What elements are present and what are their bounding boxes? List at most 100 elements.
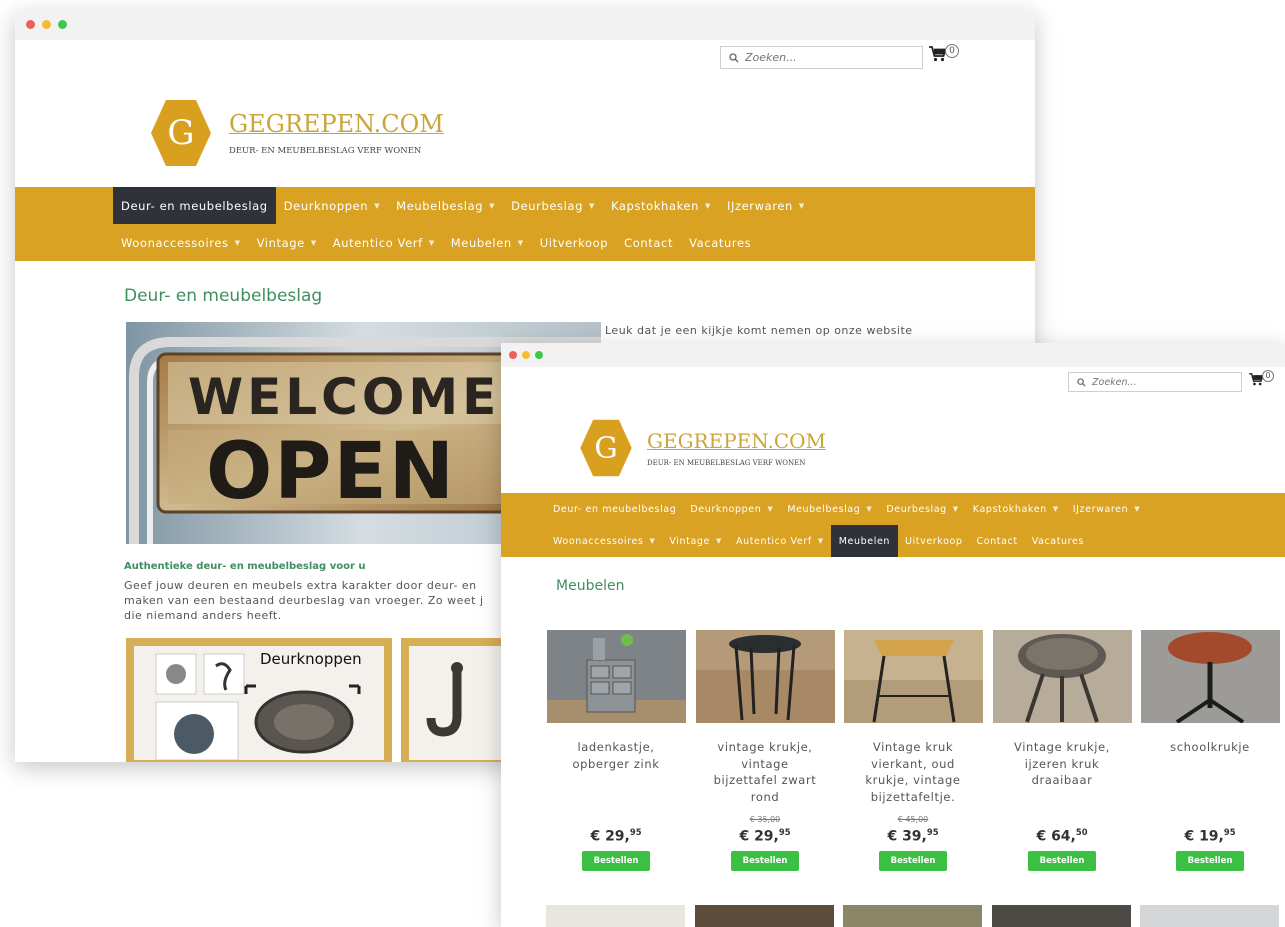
- product-name[interactable]: Vintage krukje, ijzeren kruk draaibaar: [992, 739, 1132, 815]
- chevron-down-icon: ▼: [705, 201, 711, 210]
- product-card[interactable]: schoolkrukje € 19,95 Bestellen: [1140, 630, 1280, 871]
- cart-count-badge: 0: [945, 44, 959, 58]
- product-image[interactable]: [1140, 905, 1279, 927]
- category-tile-kapstokhaken[interactable]: [401, 638, 511, 762]
- nav-item-autentico-verf[interactable]: Autentico Verf ▼: [325, 236, 443, 250]
- nav-item-deur-en-meubelbeslag[interactable]: Deur- en meubelbeslag: [113, 187, 276, 224]
- chevron-down-icon: ▼: [798, 201, 805, 210]
- browser-window-front: 0 G GEGREPEN.COM DEUR- EN MEUBELBESLAG V…: [501, 343, 1285, 927]
- nav-item-contact[interactable]: Contact: [616, 236, 681, 250]
- product-name[interactable]: vintage krukje, vintage bijzettafel zwart r…: [695, 739, 835, 815]
- chevron-down-icon: ▼: [1134, 505, 1141, 513]
- paragraph-line: maken van een bestaand deurbeslag van vr…: [124, 594, 484, 607]
- paragraph: Geef jouw deuren en meubels extra karakt…: [124, 578, 484, 623]
- nav-item-kapstokhaken[interactable]: Kapstokhaken ▼: [603, 199, 719, 213]
- nav-item-deurknoppen[interactable]: Deurknoppen ▼: [276, 199, 388, 213]
- product-image[interactable]: [695, 905, 834, 927]
- nav-item-vacatures[interactable]: Vacatures: [1025, 536, 1091, 547]
- order-button[interactable]: Bestellen: [581, 850, 651, 871]
- product-name[interactable]: ladenkastje, opberger zink: [546, 739, 686, 815]
- category-tile-label: Deurknoppen: [260, 650, 362, 668]
- order-button[interactable]: Bestellen: [878, 850, 948, 871]
- search-field[interactable]: [1092, 376, 1230, 388]
- product-price: € 29,95: [590, 827, 642, 845]
- nav-item-deur-en-meubelbeslag[interactable]: Deur- en meubelbeslag: [546, 504, 683, 515]
- cart-count-badge: 0: [1262, 370, 1274, 382]
- window-titlebar: [15, 10, 1035, 40]
- chevron-down-icon: ▼: [588, 201, 595, 210]
- logo-title: GEGREPEN.COM: [647, 429, 827, 453]
- product-old-price: € 45,00: [897, 815, 929, 824]
- nav-item-ijzerwaren[interactable]: IJzerwaren ▼: [1066, 504, 1147, 515]
- order-button[interactable]: Bestellen: [1027, 850, 1097, 871]
- nav-item-ijzerwaren[interactable]: IJzerwaren ▼: [719, 199, 813, 213]
- logo-hexagon-icon: G: [580, 419, 632, 477]
- product-image[interactable]: [546, 905, 685, 927]
- product-image[interactable]: [992, 905, 1131, 927]
- nav-item-meubelen[interactable]: Meubelen ▼: [443, 236, 532, 250]
- product-old-price: [1140, 815, 1280, 827]
- chevron-down-icon: ▼: [310, 238, 317, 247]
- product-card[interactable]: vintage krukje, vintage bijzettafel zwart r…: [695, 630, 835, 871]
- nav-item-vintage[interactable]: Vintage ▼: [662, 536, 729, 547]
- nav-item-deurknoppen[interactable]: Deurknoppen ▼: [683, 504, 780, 515]
- product-name[interactable]: Vintage kruk vierkant, oud krukje, vintage…: [843, 739, 983, 815]
- product-image-vintage-krukje: [695, 630, 835, 723]
- nav-item-meubelen[interactable]: Meubelen: [830, 525, 899, 557]
- order-button[interactable]: Bestellen: [730, 850, 800, 871]
- product-image-vintage-kruk-vierkant: [843, 630, 983, 723]
- page-title: Deur- en meubelbeslag: [124, 286, 323, 306]
- page-title: Meubelen: [556, 578, 625, 594]
- nav-item-meubelbeslag[interactable]: Meubelbeslag ▼: [780, 504, 879, 515]
- site-logo[interactable]: G GEGREPEN.COM DEUR- EN MEUBELBESLAG VER…: [579, 418, 826, 478]
- nav-row-2: Woonaccessoires ▼ Vintage ▼ Autentico Verf…: [546, 525, 1091, 557]
- site-logo[interactable]: G GEGREPEN.COM DEUR- EN MEUBELBESLAG VER…: [150, 98, 444, 168]
- search-input[interactable]: [1068, 372, 1242, 392]
- nav-item-vintage[interactable]: Vintage ▼: [249, 236, 325, 250]
- nav-item-woonaccessoires[interactable]: Woonaccessoires ▼: [113, 236, 249, 250]
- cart-button[interactable]: 0: [929, 44, 959, 62]
- product-image-ladenkastje: [546, 630, 686, 723]
- nav-item-deurbeslag[interactable]: Deurbeslag ▼: [503, 199, 603, 213]
- nav-item-kapstokhaken[interactable]: Kapstokhaken ▼: [966, 504, 1066, 515]
- product-card[interactable]: Vintage krukje, ijzeren kruk draaibaar € 6…: [992, 630, 1132, 871]
- nav-item-uitverkoop[interactable]: Uitverkoop: [898, 536, 970, 547]
- nav-item-meubelbeslag[interactable]: Meubelbeslag ▼: [388, 199, 503, 213]
- product-name[interactable]: schoolkrukje: [1140, 739, 1280, 815]
- nav-item-uitverkoop[interactable]: Uitverkoop: [532, 236, 616, 250]
- paragraph-line: Geef jouw deuren en meubels extra karakt…: [124, 579, 477, 592]
- minimize-window-button[interactable]: [42, 20, 51, 29]
- chevron-down-icon: ▼: [489, 201, 496, 210]
- nav-row-1: Deur- en meubelbeslag Deurknoppen ▼ Meube…: [546, 493, 1147, 525]
- svg-text:G: G: [594, 430, 617, 464]
- product-card[interactable]: Vintage kruk vierkant, oud krukje, vintage…: [843, 630, 983, 871]
- order-button[interactable]: Bestellen: [1175, 850, 1245, 871]
- nav-item-autentico-verf[interactable]: Autentico Verf ▼: [729, 536, 831, 547]
- nav-item-vacatures[interactable]: Vacatures: [681, 236, 759, 250]
- minimize-window-button[interactable]: [522, 351, 530, 359]
- nav-row-1: Deur- en meubelbeslag Deurknoppen ▼ Meube…: [113, 187, 813, 224]
- maximize-window-button[interactable]: [535, 351, 543, 359]
- chevron-down-icon: ▼: [817, 537, 824, 545]
- maximize-window-button[interactable]: [58, 20, 67, 29]
- close-window-button[interactable]: [26, 20, 35, 29]
- logo-tagline: DEUR- EN MEUBELBESLAG VERF WONEN: [647, 459, 806, 467]
- close-window-button[interactable]: [509, 351, 517, 359]
- search-input[interactable]: [720, 46, 923, 69]
- nav-item-deurbeslag[interactable]: Deurbeslag ▼: [879, 504, 965, 515]
- category-tile-deurknoppen[interactable]: Deurknoppen: [126, 638, 392, 762]
- coat-hook-icon: [426, 662, 463, 737]
- product-price: € 39,95: [887, 827, 939, 845]
- search-field[interactable]: [745, 51, 906, 64]
- logo-tagline: DEUR- EN MEUBELBESLAG VERF WONEN: [229, 146, 422, 156]
- chevron-down-icon: ▼: [234, 238, 241, 247]
- svg-text:G: G: [167, 113, 194, 153]
- product-card[interactable]: ladenkastje, opberger zink € 29,95 Bestel…: [546, 630, 686, 871]
- chevron-down-icon: ▼: [1052, 505, 1059, 513]
- product-image[interactable]: [843, 905, 982, 927]
- nav-item-contact[interactable]: Contact: [970, 536, 1025, 547]
- product-old-price: € 35,00: [749, 815, 781, 824]
- cart-button[interactable]: 0: [1249, 370, 1274, 386]
- chevron-down-icon: ▼: [952, 505, 959, 513]
- nav-item-woonaccessoires[interactable]: Woonaccessoires ▼: [546, 536, 662, 547]
